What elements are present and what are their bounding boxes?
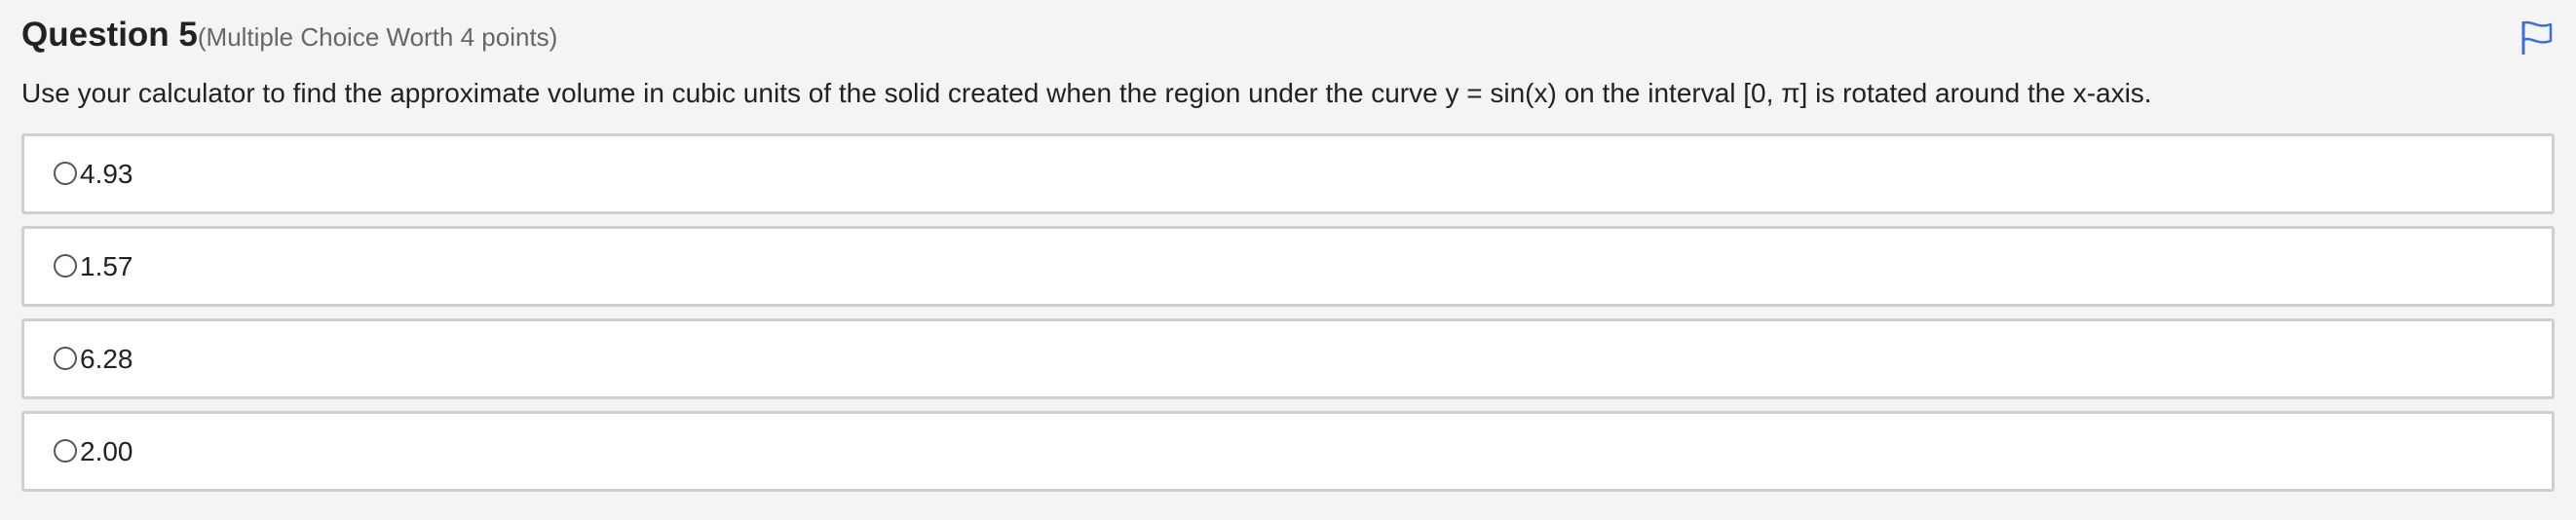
choice-label: 1.57	[80, 250, 133, 281]
choice-label: 2.00	[80, 435, 133, 466]
flag-icon[interactable]	[2518, 18, 2557, 56]
choice-option-3[interactable]: 6.28	[21, 318, 2555, 399]
radio-button[interactable]	[54, 438, 77, 463]
question-points: (Multiple Choice Worth 4 points)	[197, 22, 558, 52]
radio-button[interactable]	[54, 161, 77, 185]
question-header: Question 5 (Multiple Choice Worth 4 poin…	[21, 16, 557, 55]
question-title: Question 5	[21, 16, 198, 54]
choice-label: 4.93	[80, 158, 133, 189]
choice-label: 6.28	[80, 343, 133, 374]
choice-option-1[interactable]: 4.93	[21, 133, 2555, 214]
radio-button[interactable]	[54, 346, 77, 370]
choice-option-2[interactable]: 1.57	[21, 226, 2555, 307]
answer-choices: 4.93 1.57 6.28 2.00	[21, 133, 2555, 503]
question-prompt: Use your calculator to find the approxim…	[21, 78, 2152, 108]
choice-option-4[interactable]: 2.00	[21, 411, 2555, 492]
radio-button[interactable]	[54, 253, 77, 278]
